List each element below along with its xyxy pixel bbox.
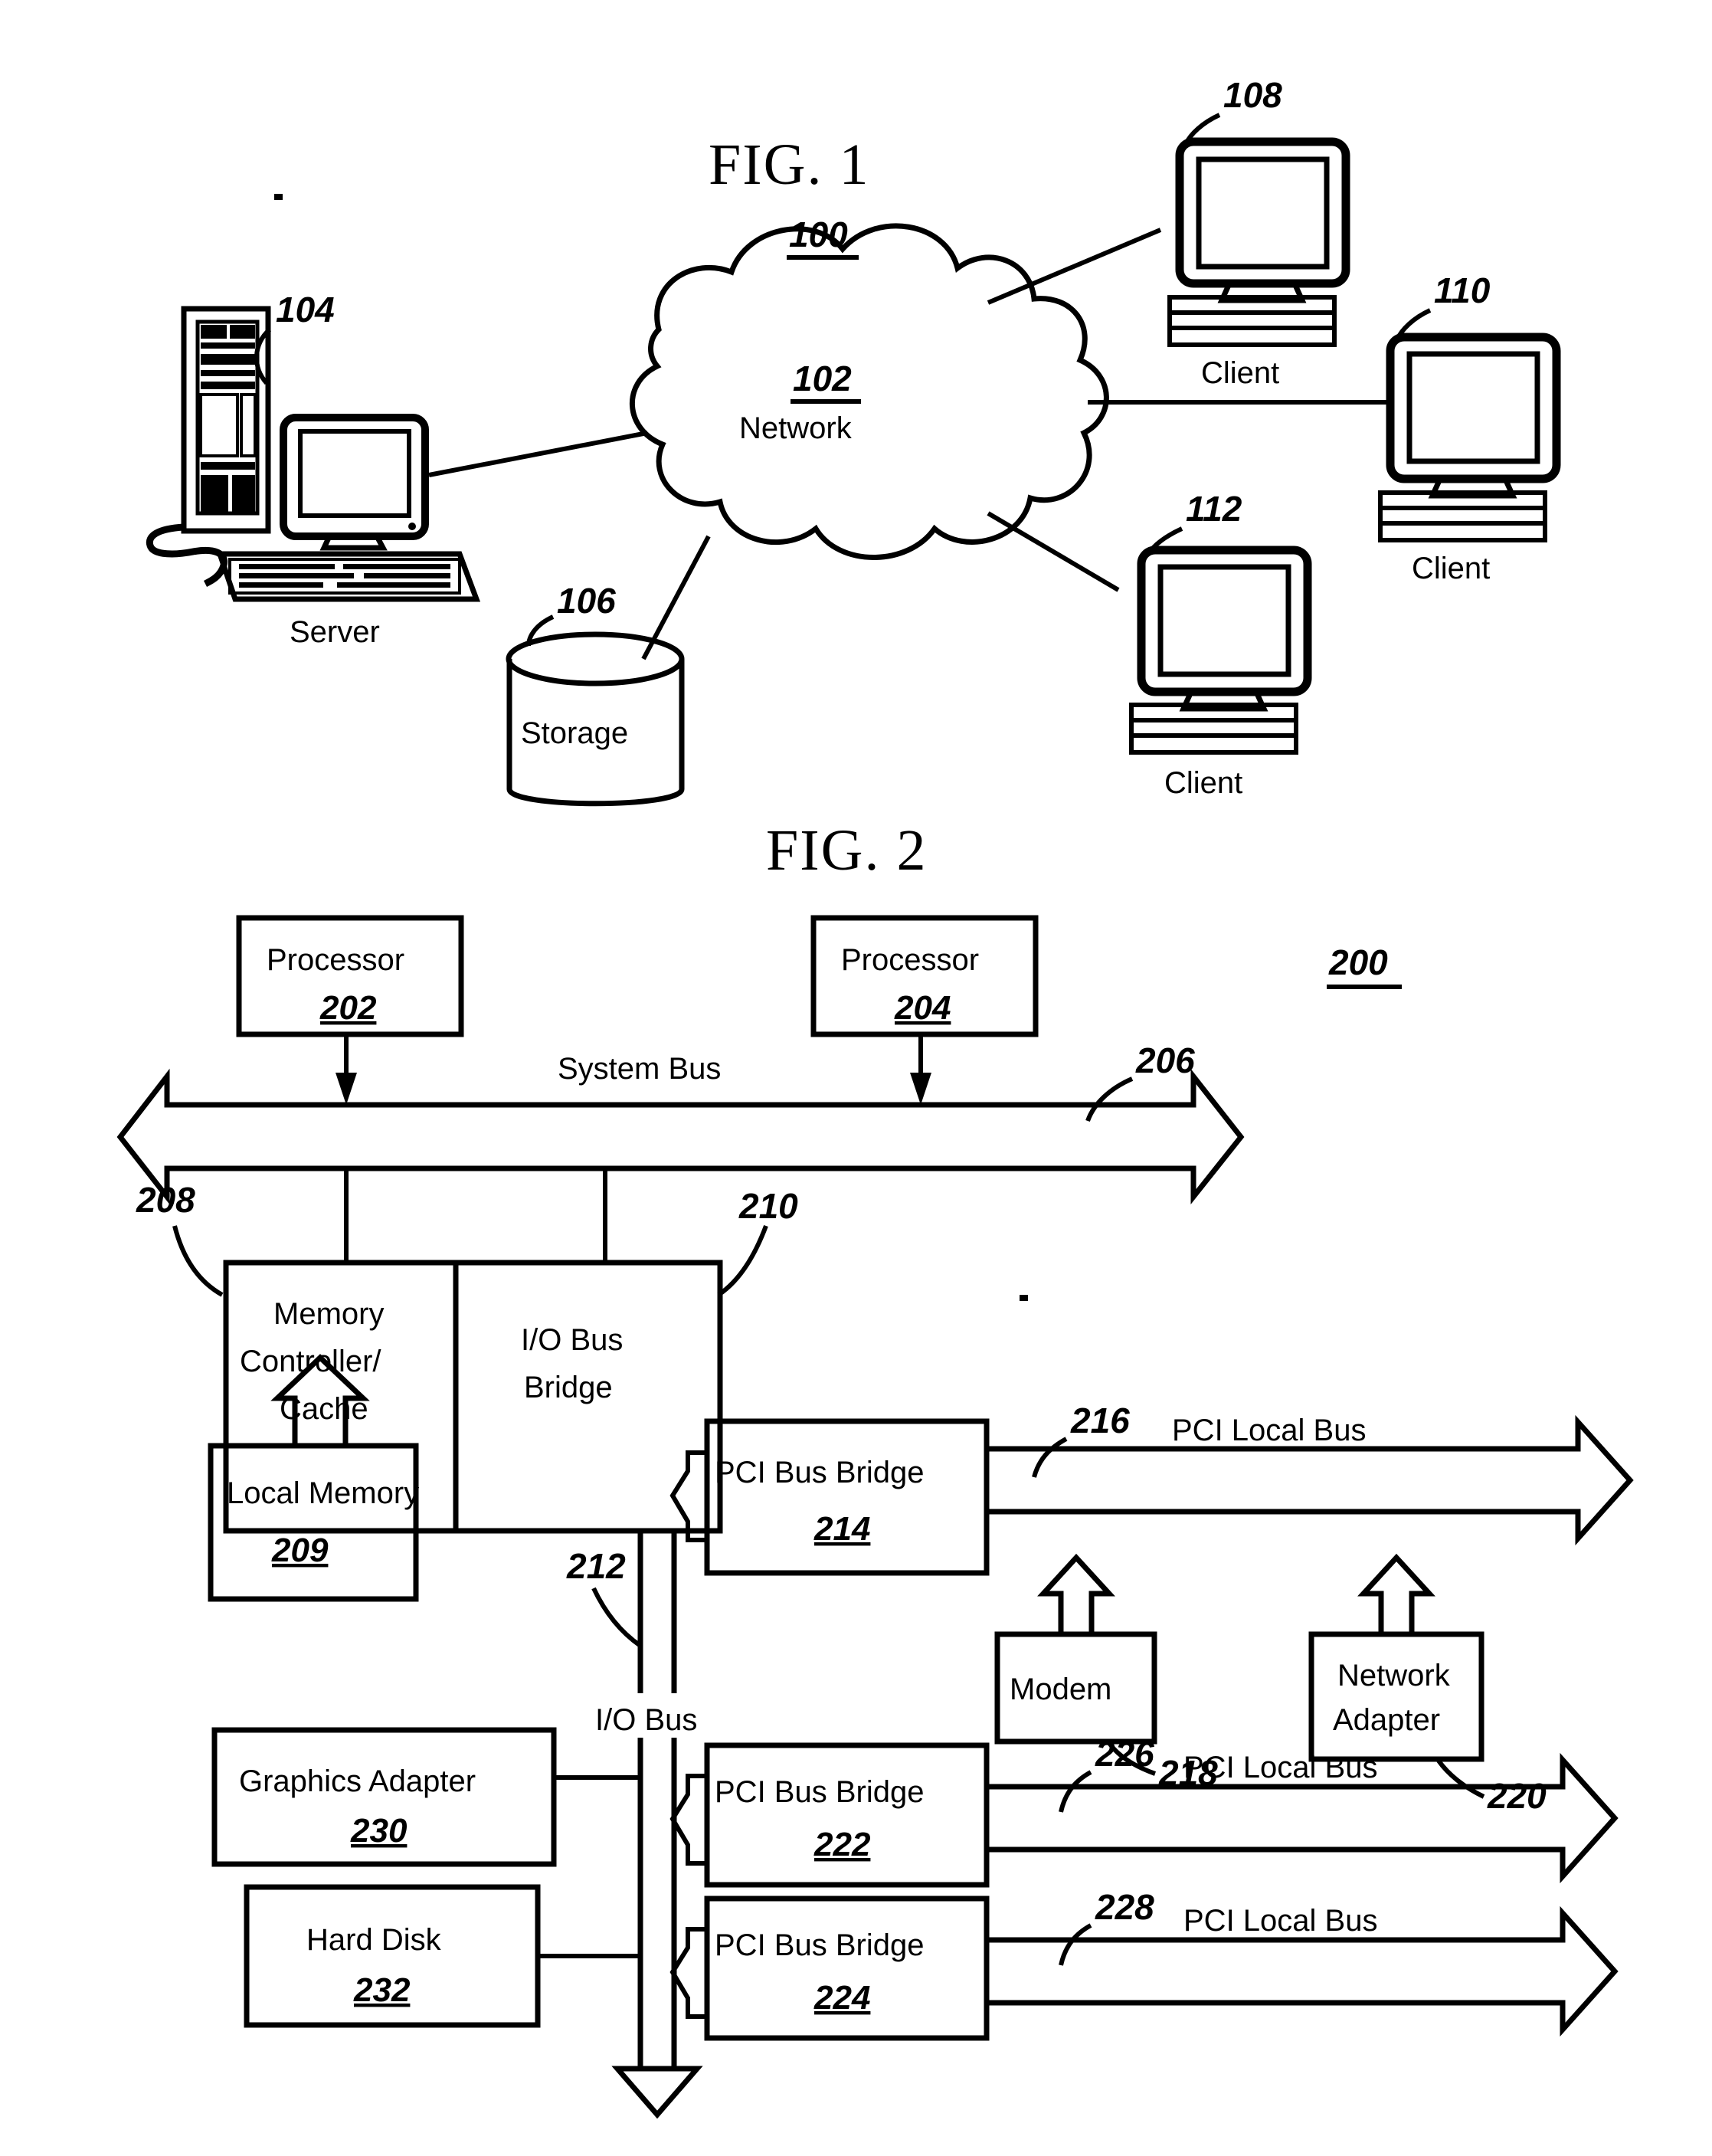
client-110-label: Client [1412,552,1490,585]
pci-bus-bridge-224-ref: 224 [813,1979,870,2017]
client-112-ref: 112 [1186,489,1242,529]
memory-controller-label-line2: Controller/ [240,1345,381,1378]
fig2-title: FIG. 2 [766,818,927,883]
processor-204-bus-arrow [910,1073,931,1105]
pci-local-bus-216-label: PCI Local Bus [1172,1414,1366,1447]
pci-bus-bridge-214-label: PCI Bus Bridge [715,1456,924,1489]
client-110-ref: 110 [1434,270,1491,310]
local-memory-box [208,1443,419,1602]
local-memory-label: Local Memory [227,1476,419,1510]
processor-202-ref: 202 [319,989,377,1027]
network-adapter-ref-leader [1436,1759,1485,1799]
processor-204-label: Processor [841,943,979,977]
link-server-network [428,431,648,477]
pci-bus-bridge-222-ref: 222 [813,1826,871,1863]
hard-disk-label: Hard Disk [306,1923,442,1957]
client-108-illustration [1167,137,1350,347]
figure-1-group: FIG. 1 100 102 Network 104 Server 106 St… [146,75,1561,807]
io-bus-label: I/O Bus [595,1703,697,1737]
io-bus-bridge-ref-leader [717,1224,768,1297]
artifact-dot-mid [1020,1295,1028,1301]
network-adapter-box [1308,1631,1484,1762]
pci-bus-bridge-222-label: PCI Bus Bridge [715,1775,924,1809]
memory-controller-ref-leader [172,1225,224,1297]
patent-drawing-sheet: FIG. 1 100 102 Network 104 Server 106 St… [0,0,1712,2156]
fig2-system-ref: 200 [1328,942,1388,982]
pci-bus-bridge-222-box [704,1742,990,1888]
server-ref: 104 [276,290,335,329]
system-bus-ref: 206 [1135,1040,1195,1080]
io-bus-ref-leader [591,1587,642,1648]
io-bus-bridge-label-line1: I/O Bus [521,1323,623,1357]
network-adapter-label-line1: Network [1337,1659,1451,1692]
pci-222-to-io-bus-connector [669,1774,707,1866]
pci-local-bus-216-ref: 216 [1070,1401,1130,1440]
figure-2-group: FIG. 2 200 Processor 202 Processor 204 S… [116,818,1634,2119]
client-108-ref: 108 [1223,75,1282,115]
hard-disk-ref: 232 [353,1971,411,2009]
pci-local-bus-226-label: PCI Local Bus [1183,1751,1377,1784]
artifact-dot-top [274,194,283,200]
server-illustration [146,306,481,602]
pci-224-to-io-bus-connector [669,1927,707,2019]
pci-bus-bridge-224-box [704,1896,990,2041]
link-network-client112 [987,511,1120,592]
storage-label: Storage [521,716,628,750]
fig1-title: FIG. 1 [709,133,869,197]
network-ref: 102 [793,359,852,398]
system-bus-ref-leader [1085,1076,1134,1122]
pci-local-bus-226-ref: 226 [1095,1734,1154,1774]
network-cloud-shape [629,223,1109,560]
pci-bus-bridge-224-label: PCI Bus Bridge [715,1928,924,1962]
pci-local-bus-228-ref: 228 [1095,1887,1154,1927]
server-label: Server [290,615,380,649]
io-bus-ref: 212 [566,1546,626,1586]
network-adapter-ref: 220 [1487,1776,1547,1816]
graphics-adapter-ref: 230 [350,1812,408,1850]
system-bus-label: System Bus [558,1052,721,1086]
client-110-illustration [1378,333,1561,542]
pci-local-bus-226-ref-leader [1059,1770,1092,1813]
network-adapter-to-pci-bus-arrow [1357,1553,1435,1637]
client-108-label: Client [1201,356,1279,390]
network-adapter-label-line2: Adapter [1333,1703,1440,1737]
pci-214-to-io-bus-connector [669,1450,707,1542]
storage-ref: 106 [557,581,616,621]
local-memory-ref: 209 [271,1532,329,1569]
io-bus-arrowhead [611,2066,703,2119]
io-bus-bridge-ref: 210 [738,1186,798,1226]
client-112-illustration [1129,546,1312,755]
modem-to-pci-bus-arrow [1037,1553,1115,1637]
processor-204-ref: 204 [894,989,951,1027]
memory-controller-ref: 208 [136,1180,195,1220]
memory-controller-label-line1: Memory [273,1297,384,1331]
pci-local-bus-228-ref-leader [1059,1923,1092,1966]
network-label: Network [739,411,853,445]
system-bus-arrow [116,1068,1245,1205]
processor-202-label: Processor [267,943,404,977]
pci-local-bus-228-label: PCI Local Bus [1183,1904,1377,1938]
modem-label: Modem [1010,1673,1111,1706]
drawing-canvas: FIG. 1 100 102 Network 104 Server 106 St… [116,75,1634,2119]
pci-local-bus-216-ref-leader [1032,1437,1068,1478]
graphics-adapter-label: Graphics Adapter [239,1764,476,1798]
pci-bus-bridge-214-ref: 214 [813,1510,870,1548]
client-112-label: Client [1164,766,1242,800]
io-bus-bridge-label-line2: Bridge [524,1371,613,1404]
processor-202-bus-arrow [336,1073,357,1105]
pci-bus-bridge-214-box [704,1418,990,1576]
